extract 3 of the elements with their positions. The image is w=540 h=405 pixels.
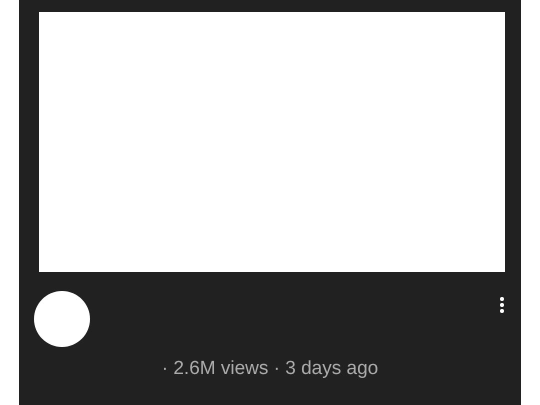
thumbnail[interactable] [39, 12, 505, 272]
more-options-icon[interactable] [499, 296, 505, 314]
video-metadata: · 2.6M views · 3 days ago [162, 357, 378, 381]
